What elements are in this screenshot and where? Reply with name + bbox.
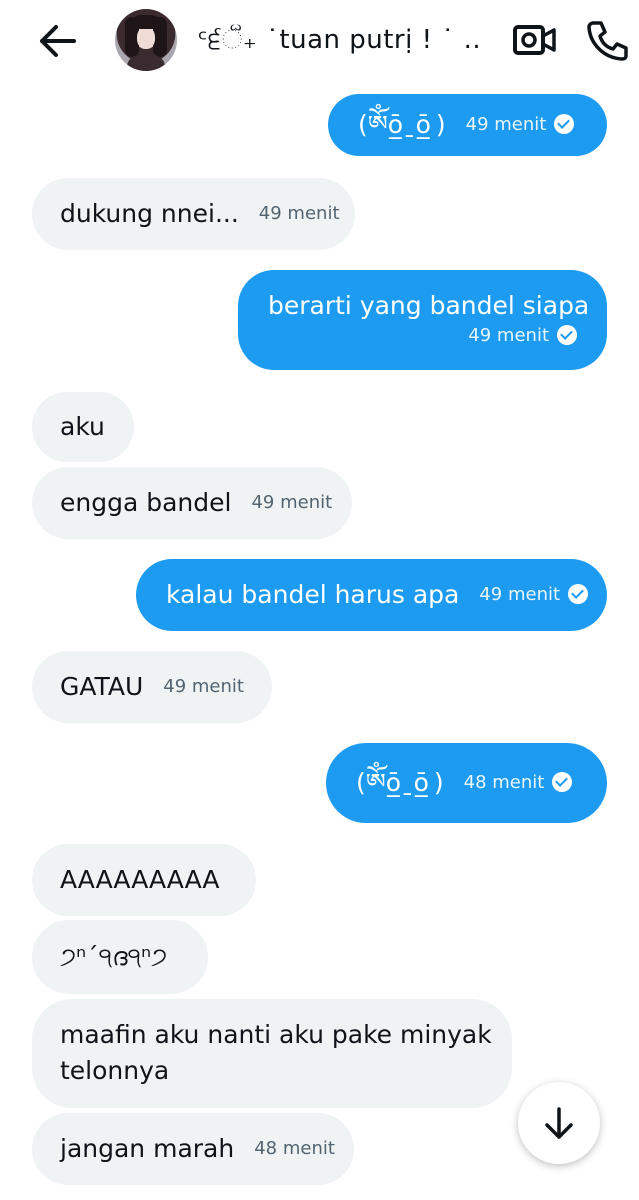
message-text: (ༀō̲ˍō̲ ) bbox=[358, 110, 446, 139]
message-incoming[interactable]: aku bbox=[32, 392, 134, 462]
read-check-icon bbox=[557, 325, 577, 345]
message-text: ੭ⁿ´੧ദ੧ⁿ੭ bbox=[60, 942, 168, 971]
scroll-to-bottom-button[interactable] bbox=[518, 1082, 600, 1164]
arrow-left-icon bbox=[40, 25, 76, 57]
video-camera-icon bbox=[513, 25, 556, 55]
read-check-icon bbox=[568, 584, 589, 604]
message-time: 49 menit bbox=[251, 492, 333, 513]
message-outgoing[interactable]: (ༀō̲ˍō̲ ) 48 menit bbox=[326, 743, 607, 823]
message-outgoing[interactable]: kalau bandel harus apa 49 menit bbox=[136, 559, 607, 631]
message-time: 49 menit bbox=[258, 203, 340, 224]
back-button[interactable] bbox=[36, 22, 78, 60]
arrow-down-icon bbox=[545, 1107, 573, 1139]
message-text: engga bandel bbox=[60, 488, 232, 517]
message-time: 48 menit bbox=[254, 1138, 335, 1159]
message-text: maafin aku nanti aku pake minyak telonny… bbox=[60, 1020, 492, 1085]
video-call-button[interactable] bbox=[512, 20, 558, 60]
message-text: aku bbox=[60, 412, 105, 441]
message-text: (ༀō̲ˍō̲ ) bbox=[356, 768, 444, 797]
message-incoming[interactable]: ੭ⁿ´੧ദ੧ⁿ੭ bbox=[32, 920, 208, 994]
message-outgoing[interactable]: berarti yang bandel siapa 49 menit bbox=[238, 270, 607, 370]
read-check-icon bbox=[554, 114, 575, 134]
message-list[interactable]: (ༀō̲ˍō̲ ) 49 menit dukung nnei... 49 men… bbox=[0, 84, 639, 1200]
message-incoming[interactable]: GATAU 49 menit bbox=[32, 651, 272, 723]
read-check-icon bbox=[552, 772, 573, 792]
message-outgoing[interactable]: (ༀō̲ˍō̲ ) 49 menit bbox=[328, 94, 607, 156]
message-time: 49 menit bbox=[466, 113, 575, 137]
voice-call-button[interactable] bbox=[584, 18, 630, 62]
contact-name[interactable]: ᶜ੬ૻ₊ ˙tuan putrị ! ˙ ... bbox=[198, 22, 478, 58]
message-text: jangan marah bbox=[60, 1134, 235, 1163]
message-time: 49 menit bbox=[163, 676, 244, 697]
message-text: AAAAAAAAA bbox=[60, 865, 220, 894]
phone-icon bbox=[587, 21, 628, 61]
message-text: dukung nnei... bbox=[60, 199, 239, 228]
message-incoming[interactable]: maafin aku nanti aku pake minyak telonny… bbox=[32, 999, 512, 1108]
message-text: berarti yang bandel siapa bbox=[268, 291, 590, 320]
chat-header: ᶜ੬ૻ₊ ˙tuan putrị ! ˙ ... bbox=[0, 0, 639, 84]
message-time: 49 menit bbox=[268, 324, 577, 348]
avatar[interactable] bbox=[115, 9, 177, 71]
message-incoming[interactable]: jangan marah 48 menit bbox=[32, 1113, 354, 1185]
message-incoming[interactable]: engga bandel 49 menit bbox=[32, 467, 352, 539]
message-time: 48 menit bbox=[464, 771, 573, 795]
message-text: kalau bandel harus apa bbox=[166, 580, 460, 609]
message-incoming[interactable]: AAAAAAAAA bbox=[32, 844, 256, 916]
message-text: GATAU bbox=[60, 672, 144, 701]
message-time: 49 menit bbox=[479, 583, 589, 607]
message-incoming[interactable]: dukung nnei... 49 menit bbox=[32, 178, 355, 250]
